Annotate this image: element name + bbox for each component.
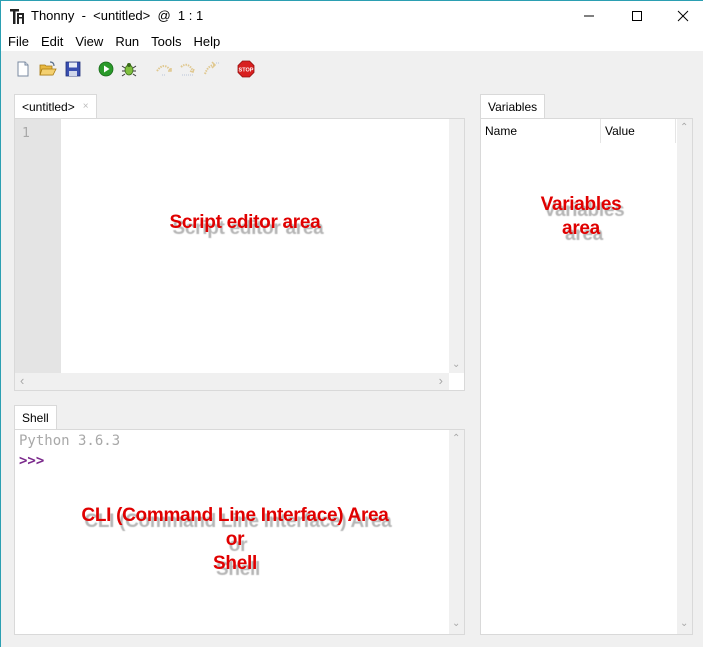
- toolbar: STOP: [1, 51, 703, 87]
- menu-file[interactable]: File: [1, 34, 34, 49]
- window-title: Thonny - <untitled> @ 1 : 1: [31, 8, 204, 23]
- line-number: 1: [22, 126, 30, 141]
- shell-vertical-scrollbar[interactable]: ⌃ ⌄: [449, 430, 464, 634]
- step-out-icon: [204, 61, 220, 75]
- scroll-down-icon[interactable]: ⌄: [452, 619, 460, 629]
- minimize-button[interactable]: [566, 1, 612, 31]
- line-number-gutter: 1: [15, 119, 61, 373]
- script-editor-annotation: Script editor area: [169, 212, 321, 233]
- open-folder-icon: [39, 61, 57, 76]
- tab-untitled-label: <untitled>: [22, 99, 75, 114]
- thonny-logo-icon: [10, 9, 24, 24]
- tab-variables[interactable]: Variables: [480, 94, 546, 118]
- shell-annotation-line: CLI (Command Line Interface) Area: [81, 505, 389, 526]
- minimize-icon: [584, 15, 594, 17]
- open-file-button[interactable]: [38, 59, 58, 79]
- shell-annotation-line: or: [225, 529, 245, 550]
- column-value[interactable]: Value: [601, 119, 676, 143]
- menu-bar: File Edit View Run Tools Help: [1, 32, 703, 51]
- run-button[interactable]: [96, 59, 116, 79]
- menu-run[interactable]: Run: [108, 34, 144, 49]
- title-bar: Thonny - <untitled> @ 1 : 1: [1, 1, 703, 32]
- script-editor[interactable]: 1 ⌄ ‹ › Script editor area: [14, 118, 465, 391]
- variables-annotation-line: Variables: [540, 194, 622, 215]
- scroll-right-icon[interactable]: ›: [439, 374, 443, 387]
- shell-prompt: >>>: [19, 453, 45, 469]
- scroll-up-icon[interactable]: ⌃: [452, 434, 460, 444]
- tab-untitled[interactable]: <untitled> ×: [14, 94, 97, 118]
- step-over-icon: [156, 65, 172, 76]
- step-into-icon: [180, 63, 195, 76]
- menu-view[interactable]: View: [68, 34, 108, 49]
- column-name[interactable]: Name: [481, 119, 601, 143]
- editor-vertical-scrollbar[interactable]: ⌄: [449, 119, 464, 373]
- scroll-down-icon[interactable]: ⌄: [680, 619, 688, 629]
- menu-tools[interactable]: Tools: [144, 34, 186, 49]
- run-play-icon: [98, 61, 114, 77]
- save-file-button[interactable]: [63, 59, 83, 79]
- stop-label: STOP: [239, 67, 254, 73]
- new-file-button[interactable]: [13, 59, 33, 79]
- python-version-text: Python 3.6.3: [19, 433, 121, 449]
- stop-sign-icon: STOP: [237, 60, 255, 78]
- tab-close-icon[interactable]: ×: [83, 101, 89, 112]
- editor-horizontal-scrollbar[interactable]: ‹ ›: [15, 373, 449, 390]
- scroll-up-icon[interactable]: ⌃: [680, 123, 688, 133]
- tab-shell[interactable]: Shell: [14, 405, 57, 429]
- maximize-button[interactable]: [614, 1, 660, 31]
- scroll-left-icon[interactable]: ‹: [20, 374, 24, 387]
- close-button[interactable]: [660, 1, 703, 31]
- save-floppy-icon: [65, 61, 81, 77]
- maximize-icon: [632, 11, 642, 21]
- shell-annotation: CLI (Command Line Interface) Area or She…: [35, 504, 435, 576]
- step-over-button[interactable]: [154, 59, 174, 79]
- debug-bug-icon: [121, 63, 137, 77]
- variables-annotation: Variables area: [511, 193, 651, 241]
- shell-annotation-line: Shell: [213, 553, 257, 574]
- thonny-window: Thonny - <untitled> @ 1 : 1 File Edit Vi…: [0, 0, 703, 647]
- shell-panel[interactable]: Python 3.6.3 >>> ⌃ ⌄ CLI (Command Line I…: [14, 429, 465, 635]
- step-into-button[interactable]: [178, 59, 198, 79]
- menu-help[interactable]: Help: [187, 34, 226, 49]
- variables-panel[interactable]: Name Value ⌃ ⌄ Variables area: [480, 118, 693, 635]
- stop-button[interactable]: STOP: [236, 59, 256, 79]
- variables-vertical-scrollbar[interactable]: ⌃ ⌄: [677, 119, 692, 634]
- menu-edit[interactable]: Edit: [34, 34, 68, 49]
- tab-variables-label: Variables: [488, 99, 538, 114]
- tab-shell-label: Shell: [22, 410, 49, 425]
- step-out-button[interactable]: [202, 59, 222, 79]
- close-icon: [677, 10, 689, 22]
- scroll-down-icon[interactable]: ⌄: [452, 360, 460, 370]
- new-file-icon: [17, 61, 29, 77]
- variables-annotation-line: area: [562, 218, 600, 239]
- debug-button[interactable]: [119, 59, 139, 79]
- variables-table-header: Name Value: [481, 119, 677, 143]
